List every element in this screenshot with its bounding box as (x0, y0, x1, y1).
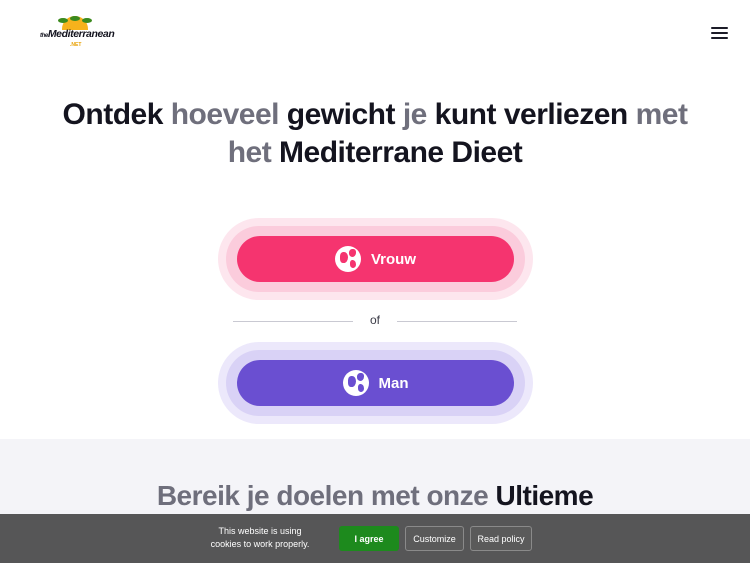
goals-section-title: Bereik je doelen met onze Ultieme (156, 480, 594, 511)
page-title: Ontdek hoeveel gewicht je kunt verliezen… (0, 96, 750, 172)
title-word: Ontdek (62, 98, 171, 131)
site-header: theMediterranean .NET (0, 0, 750, 70)
title-word: hoeveel (170, 98, 287, 131)
hamburger-menu-icon[interactable] (709, 24, 731, 42)
female-choice-halo: Vrouw (218, 218, 533, 300)
male-button[interactable]: Man (237, 360, 514, 406)
female-button[interactable]: Vrouw (237, 236, 514, 282)
title-word: met (635, 98, 688, 131)
logo-leaf-icon (58, 18, 68, 23)
title-word: gewicht (286, 98, 403, 131)
cookie-message: This website is using cookies to work pr… (210, 526, 310, 549)
male-choice-halo: Man (218, 342, 533, 424)
or-divider: of (233, 313, 517, 329)
cookie-read-policy-button[interactable]: Read policy (470, 526, 532, 551)
globe-icon (334, 246, 361, 272)
female-button-label: Vrouw (370, 250, 416, 268)
cookie-customize-button[interactable]: Customize (405, 526, 464, 551)
logo-leaf-icon (82, 18, 92, 23)
cookie-agree-button[interactable]: I agree (339, 526, 399, 551)
title-word: je (402, 98, 435, 131)
logo-leaf-icon (70, 16, 80, 21)
title-word: het (227, 136, 280, 169)
cookie-consent-bar: This website is using cookies to work pr… (0, 514, 750, 563)
site-logo[interactable]: theMediterranean .NET (40, 16, 115, 52)
title-word: Mediterrane Dieet (279, 136, 523, 169)
or-text: of (369, 313, 380, 327)
title-word: kunt verliezen (434, 98, 636, 131)
globe-icon (342, 370, 369, 396)
logo-wordmark: theMediterranean (40, 28, 115, 40)
logo-domain: .NET (70, 42, 82, 48)
male-button-label: Man (378, 374, 409, 392)
